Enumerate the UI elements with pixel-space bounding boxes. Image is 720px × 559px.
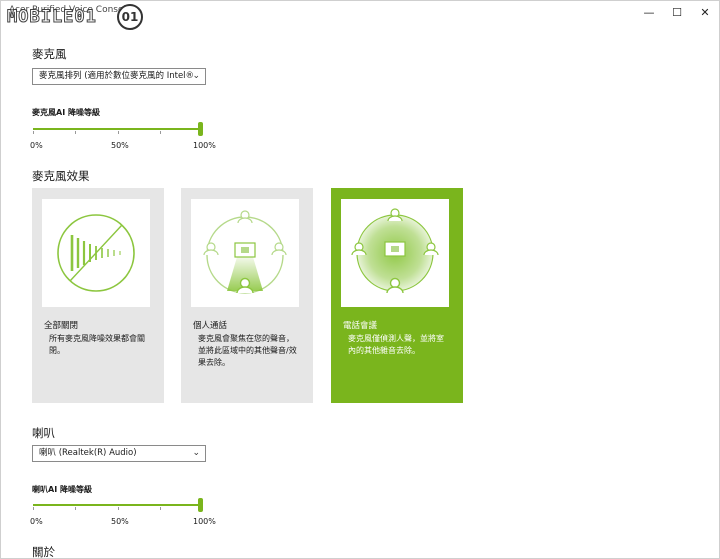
slider-track-fill bbox=[33, 504, 201, 506]
speaker-tick-100: 100% bbox=[193, 517, 216, 526]
effect-card-conference-call[interactable]: 電話會議 麥克風僅偵測人聲，並將室內的其他雜音去除。 bbox=[331, 188, 463, 403]
microphone-tick-50: 50% bbox=[111, 141, 129, 150]
conference-call-icon bbox=[341, 199, 449, 307]
watermark-logo: MOBILE01 bbox=[7, 7, 97, 28]
effects-section-title: 麥克風效果 bbox=[32, 169, 90, 183]
minimize-button[interactable]: — bbox=[635, 1, 663, 23]
slider-tick bbox=[75, 131, 76, 134]
effect-card-personal-call[interactable]: 個人通話 麥克風會聚焦在您的聲音，並將此區域中的其他聲音/效果去除。 bbox=[181, 188, 313, 403]
microphone-tick-100: 100% bbox=[193, 141, 216, 150]
effect-card-title: 電話會議 bbox=[343, 321, 378, 331]
slider-tick bbox=[33, 507, 34, 510]
speaker-tick-0: 0% bbox=[30, 517, 43, 526]
sound-off-icon bbox=[42, 199, 150, 307]
slider-tick bbox=[160, 507, 161, 510]
slider-tick bbox=[75, 507, 76, 510]
slider-tick bbox=[33, 131, 34, 134]
microphone-ai-level-slider[interactable] bbox=[33, 122, 203, 136]
slider-thumb[interactable] bbox=[198, 498, 203, 512]
microphone-device-select[interactable]: 麥克風排列 (適用於數位麥克風的 Intel® ⌄ bbox=[32, 68, 206, 85]
slider-tick bbox=[160, 131, 161, 134]
about-section-title: 關於 bbox=[32, 545, 55, 559]
speaker-ai-level-slider[interactable] bbox=[33, 498, 203, 512]
speaker-ai-level-label: 喇叭AI 降噪等級 bbox=[32, 485, 92, 494]
window-controls: — ☐ ✕ bbox=[635, 1, 719, 23]
chevron-down-icon: ⌄ bbox=[192, 448, 200, 458]
speaker-tick-50: 50% bbox=[111, 517, 129, 526]
microphone-device-value: 麥克風排列 (適用於數位麥克風的 Intel® bbox=[39, 71, 195, 81]
slider-tick bbox=[118, 507, 119, 510]
watermark-seal-icon: 01 bbox=[117, 4, 143, 30]
app-window: Acer Purified Voice Console MOBILE01 01 … bbox=[0, 0, 720, 559]
maximize-button[interactable]: ☐ bbox=[663, 1, 691, 23]
effect-card-description: 麥克風僅偵測人聲，並將室內的其他雜音去除。 bbox=[348, 334, 444, 355]
microphone-tick-0: 0% bbox=[30, 141, 43, 150]
effect-card-all-off[interactable]: 全部關閉 所有麥克風降噪效果都會關閉。 bbox=[32, 188, 164, 403]
speaker-device-value: 喇叭 (Realtek(R) Audio) bbox=[39, 448, 137, 458]
speaker-section-title: 喇叭 bbox=[32, 426, 55, 440]
close-button[interactable]: ✕ bbox=[691, 1, 719, 23]
slider-thumb[interactable] bbox=[198, 122, 203, 136]
microphone-section-title: 麥克風 bbox=[32, 47, 67, 61]
effect-card-description: 麥克風會聚焦在您的聲音，並將此區域中的其他聲音/效果去除。 bbox=[198, 334, 297, 367]
personal-call-icon bbox=[191, 199, 299, 307]
speaker-device-select[interactable]: 喇叭 (Realtek(R) Audio) ⌄ bbox=[32, 445, 206, 462]
title-bar[interactable]: Acer Purified Voice Console MOBILE01 01 … bbox=[1, 1, 719, 30]
chevron-down-icon: ⌄ bbox=[192, 71, 200, 81]
effect-card-description: 所有麥克風降噪效果都會關閉。 bbox=[49, 334, 145, 355]
slider-track-fill bbox=[33, 128, 201, 130]
effect-card-title: 個人通話 bbox=[193, 321, 228, 331]
microphone-ai-level-label: 麥克風AI 降噪等級 bbox=[32, 108, 100, 117]
effect-card-title: 全部關閉 bbox=[44, 321, 79, 331]
slider-tick bbox=[118, 131, 119, 134]
